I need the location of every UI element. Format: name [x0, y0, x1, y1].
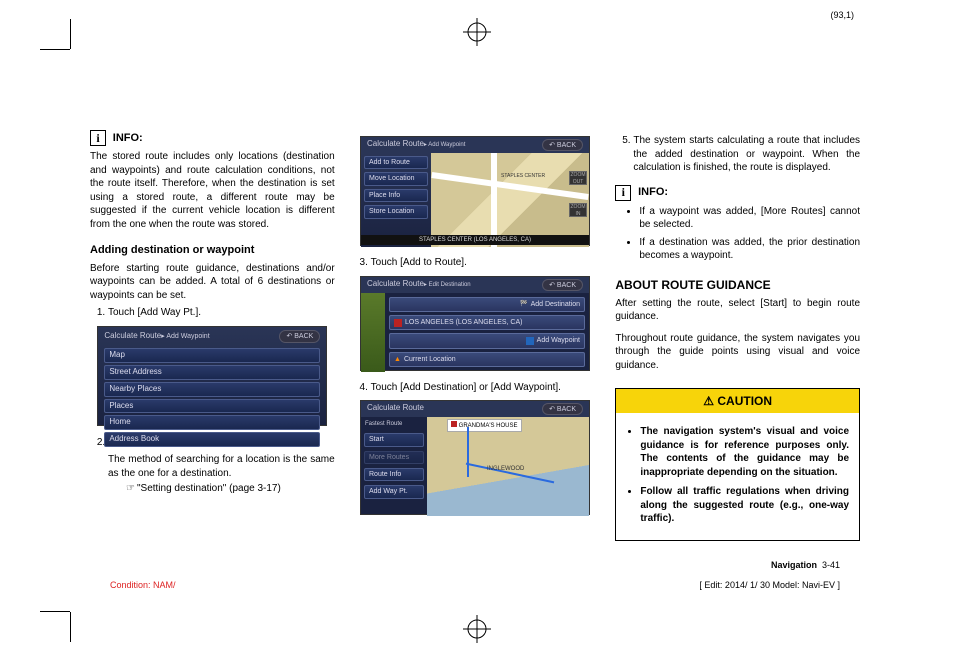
breadcrumb: ▸ Add Waypoint: [161, 333, 209, 340]
reference-icon: ☞: [126, 482, 135, 496]
breadcrumb: ▸ Add Waypoint: [424, 142, 465, 148]
sub-body-text: Before starting route guidance, destinat…: [90, 262, 335, 303]
screen-title: Calculate Route: [104, 331, 161, 340]
page-footer-edit: [ Edit: 2014/ 1/ 30 Model: Navi-EV ]: [699, 580, 840, 590]
sidebar-item: Start: [364, 433, 424, 446]
menu-item: Street Address: [104, 365, 320, 380]
sidebar-item: Move Location: [364, 172, 428, 185]
menu-item: Address Book: [104, 432, 320, 447]
area-label: INGLEWOOD: [487, 465, 524, 473]
list-item: The system starts calculating a route th…: [633, 134, 860, 175]
crop-mark: [70, 612, 71, 642]
screen-title: Calculate Route: [367, 279, 424, 288]
route-label: Fastest Route: [361, 419, 427, 429]
crop-mark: [40, 49, 70, 50]
sidebar-item-disabled: More Routes: [364, 451, 424, 464]
footer-page: 3-41: [822, 560, 840, 570]
registration-mark-icon: [463, 615, 491, 643]
menu-item: Map: [104, 348, 320, 363]
destination-row: LOS ANGELES (LOS ANGELES, CA): [389, 315, 585, 330]
add-waypoint-row: Add Waypoint: [389, 333, 585, 348]
info-icon: i: [615, 185, 631, 201]
list-item: Touch [Add to Route].: [371, 256, 598, 270]
caution-heading: CAUTION: [616, 389, 859, 413]
zoom-out-button: ZOOM OUT: [569, 171, 587, 185]
back-button: ↶ BACK: [279, 330, 320, 343]
breadcrumb: ▸ Edit Destination: [424, 282, 471, 288]
subheading: Adding destination or waypoint: [90, 243, 335, 258]
sidebar-item: Place Info: [364, 189, 428, 202]
back-button: ↶ BACK: [542, 403, 583, 415]
poi-label: GRANDMA'S HOUSE: [447, 419, 522, 432]
info-label: INFO:: [113, 132, 143, 144]
page-footer-condition: Condition: NAM/: [110, 580, 176, 590]
back-button: ↶ BACK: [542, 279, 583, 291]
step-subtext: The method of searching for a location i…: [108, 453, 335, 480]
section-heading: ABOUT ROUTE GUIDANCE: [615, 277, 860, 293]
crop-mark: [40, 611, 70, 612]
route-bar: [361, 293, 385, 372]
list-item: Touch [Add Way Pt.].: [108, 306, 335, 320]
reference-text: "Setting destination" (page 3-17): [137, 483, 281, 494]
map-area: GRANDMA'S HOUSE INGLEWOOD: [427, 417, 589, 516]
page-footer-right: Navigation 3-41: [771, 560, 840, 570]
map-area: ZOOM OUT ZOOM IN STAPLES CENTER: [431, 153, 589, 247]
zoom-in-button: ZOOM IN: [569, 203, 587, 217]
column-1: i INFO: The stored route includes only l…: [90, 130, 335, 541]
caution-item: Follow all traffic regulations when driv…: [640, 485, 849, 526]
menu-item: Home: [104, 415, 320, 430]
footer-section: Navigation: [771, 560, 817, 570]
section-text: After setting the route, select [Start] …: [615, 297, 860, 324]
add-destination-row: 🏁Add Destination: [389, 297, 585, 312]
list-item: Touch [Add Destination] or [Add Waypoint…: [371, 381, 598, 395]
column-2: Calculate Route▸ Add Waypoint ↶ BACK Add…: [353, 130, 598, 541]
screenshot-add-waypoint-menu: Calculate Route▸ Add Waypoint ↶ BACK Map…: [97, 326, 327, 426]
list-item: If a waypoint was added, [More Routes] c…: [639, 205, 860, 232]
info-label: INFO:: [638, 186, 668, 198]
poi-label: STAPLES CENTER: [501, 173, 545, 180]
sidebar-item: Add Way Pt.: [364, 485, 424, 498]
page-content: i INFO: The stored route includes only l…: [90, 20, 860, 610]
screen-title: Calculate Route: [367, 403, 424, 415]
section-text: Throughout route guidance, the system na…: [615, 332, 860, 373]
screen-title: Calculate Route: [367, 139, 424, 148]
caution-item: The navigation system's visual and voice…: [640, 425, 849, 479]
sidebar-item: Add to Route: [364, 156, 428, 169]
sidebar-item: Route Info: [364, 468, 424, 481]
list-item: If a destination was added, the prior de…: [639, 236, 860, 263]
menu-item: Places: [104, 399, 320, 414]
column-3: The system starts calculating a route th…: [615, 130, 860, 541]
back-button: ↶ BACK: [542, 139, 583, 151]
screenshot-map-add-waypoint: Calculate Route▸ Add Waypoint ↶ BACK Add…: [360, 136, 590, 246]
screenshot-calculate-route: Calculate Route ↶ BACK Fastest Route Sta…: [360, 400, 590, 515]
caution-box: CAUTION The navigation system's visual a…: [615, 388, 860, 541]
info-icon: i: [90, 130, 106, 146]
menu-item: Nearby Places: [104, 382, 320, 397]
cross-reference: ☞"Setting destination" (page 3-17): [126, 482, 335, 496]
screenshot-edit-destination: Calculate Route▸ Edit Destination ↶ BACK…: [360, 276, 590, 371]
info-body-text: The stored route includes only locations…: [90, 150, 335, 231]
page-coordinate: (93,1): [830, 10, 854, 20]
sidebar-item: Store Location: [364, 205, 428, 218]
current-location-row: ▲Current Location: [389, 352, 585, 367]
crop-mark: [70, 19, 71, 49]
map-footer: STAPLES CENTER (LOS ANGELES, CA): [361, 235, 589, 245]
